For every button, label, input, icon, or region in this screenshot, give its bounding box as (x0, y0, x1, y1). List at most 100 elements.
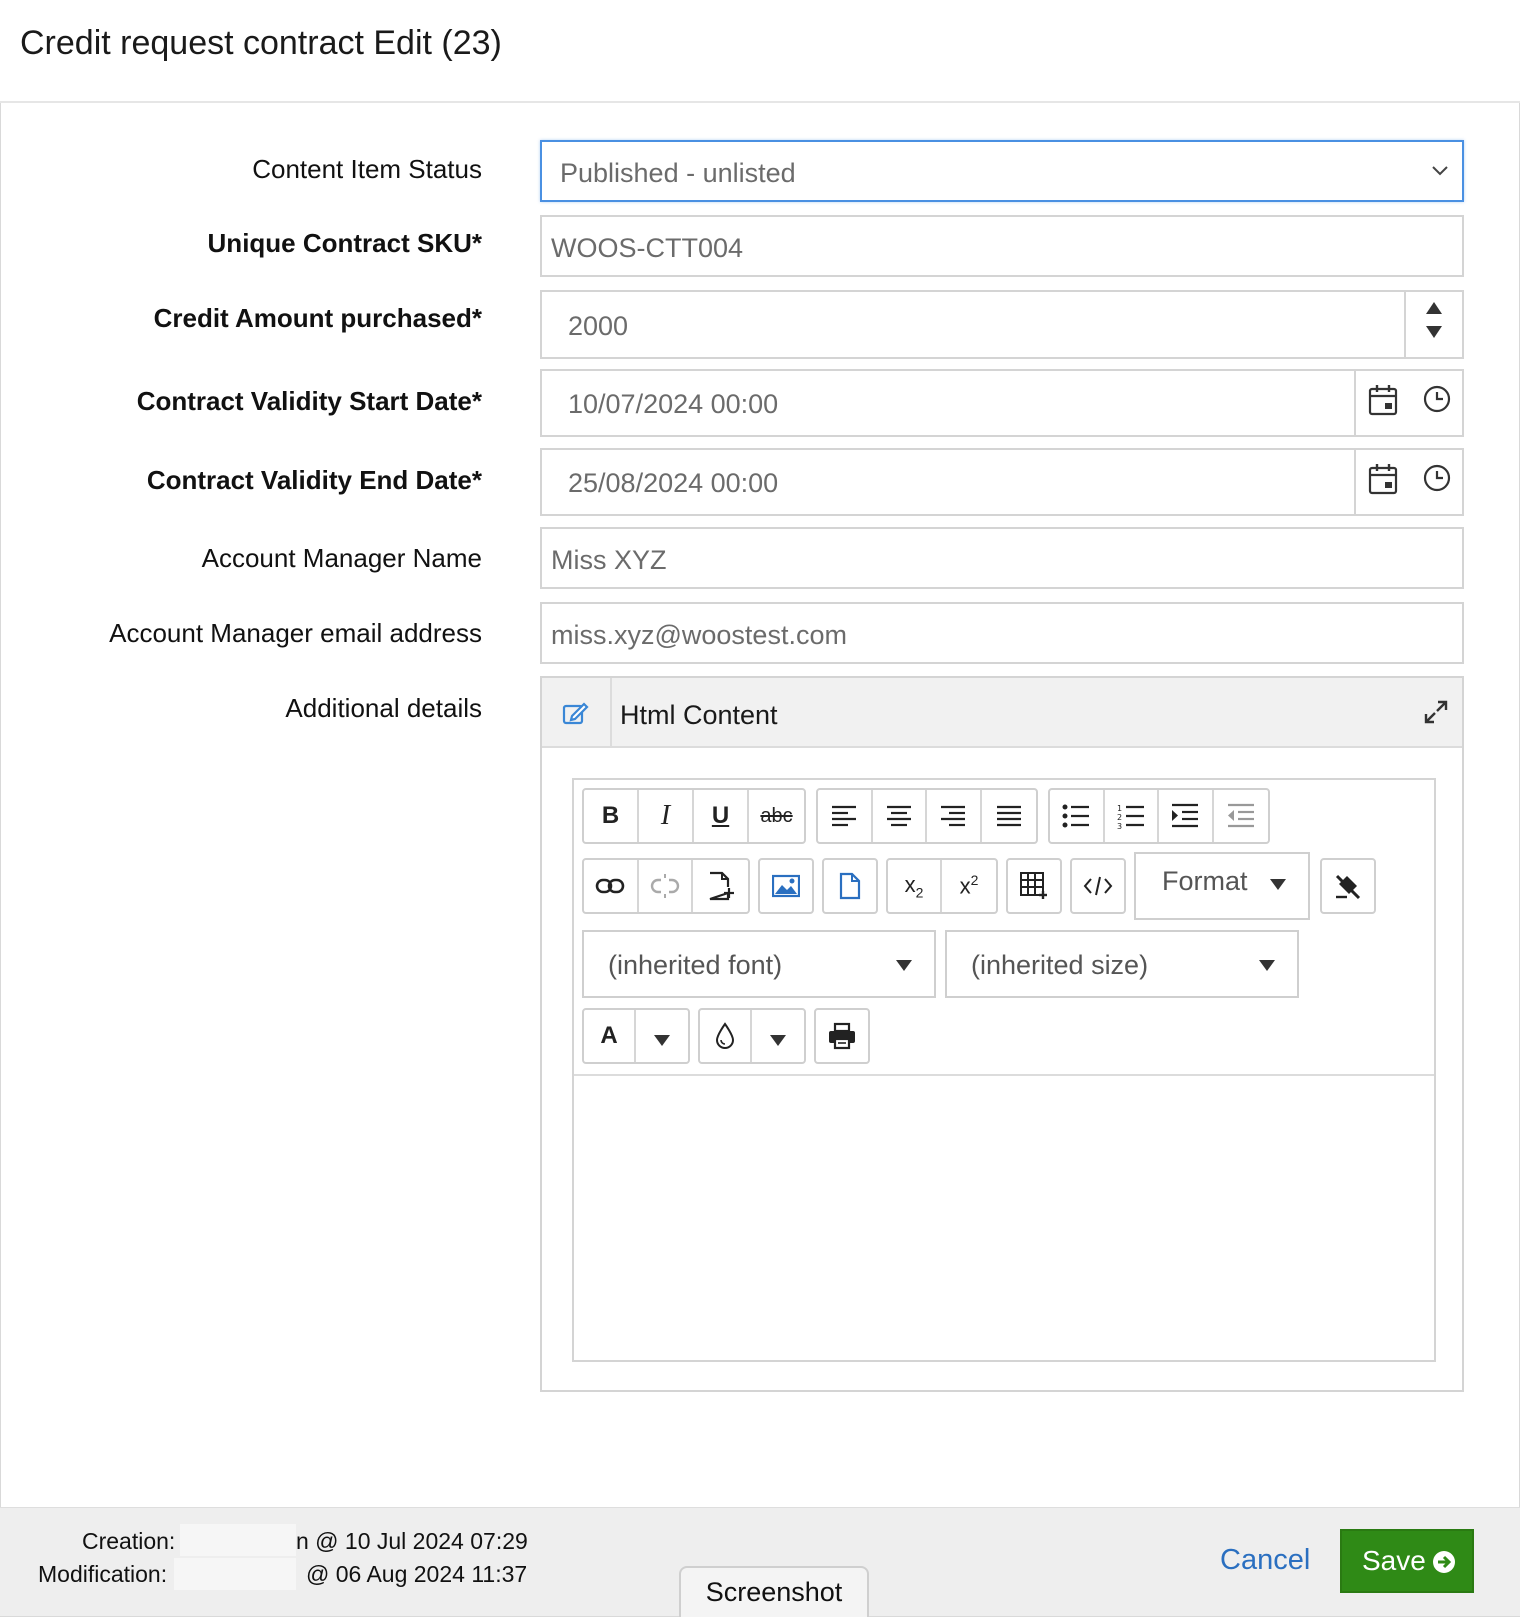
html-editor: Html Content B I U abc 1 2 3 x2 x2 Forma… (540, 676, 1464, 1392)
align-left-button[interactable] (818, 790, 873, 842)
bg-color-dropdown[interactable] (752, 1010, 804, 1062)
end-date-controls (1354, 450, 1462, 514)
list-group: 123 (1048, 788, 1270, 844)
bullet-list-button[interactable] (1050, 790, 1105, 842)
manager-email-label: Account Manager email address (109, 618, 482, 648)
text-color-arrow-icon (654, 1034, 671, 1046)
clock-icon[interactable] (1422, 384, 1452, 414)
credit-amount-input[interactable]: 2000 (540, 290, 1464, 359)
end-date-input[interactable]: 25/08/2024 00:00 (540, 448, 1464, 516)
align-left-icon (832, 805, 857, 827)
image-button[interactable] (760, 860, 812, 912)
credit-value: 2000 (568, 311, 629, 341)
svg-text:3: 3 (1117, 822, 1122, 829)
cancel-button[interactable]: Cancel (1220, 1544, 1310, 1577)
bg-color-group (698, 1008, 806, 1064)
start-date-value: 10/07/2024 00:00 (568, 389, 779, 419)
format-arrow-icon (1270, 879, 1286, 890)
unlink-button[interactable] (639, 860, 694, 912)
details-label: Additional details (285, 693, 482, 723)
bullet-list-icon (1062, 804, 1090, 828)
bg-color-button[interactable] (700, 1010, 753, 1062)
edit-toggle[interactable] (542, 678, 612, 746)
file-button[interactable] (824, 860, 876, 912)
align-justify-button[interactable] (982, 790, 1036, 842)
font-size-arrow-icon (1259, 960, 1275, 971)
screenshot-tab[interactable]: Screenshot (679, 1566, 869, 1617)
align-group (816, 788, 1038, 844)
file-group (822, 858, 878, 914)
calendar-icon[interactable] (1368, 384, 1398, 416)
credit-spinner[interactable] (1404, 292, 1462, 357)
format-dropdown[interactable]: Format (1134, 852, 1310, 920)
sku-value: WOOS-CTT004 (551, 233, 744, 263)
image-group (758, 858, 814, 914)
spinner-up-icon[interactable] (1426, 302, 1442, 314)
arrow-circle-right-icon (1433, 1551, 1455, 1573)
source-group (1070, 858, 1126, 914)
table-button[interactable] (1008, 860, 1060, 912)
sku-input[interactable]: WOOS-CTT004 (540, 215, 1464, 277)
align-justify-icon (996, 805, 1021, 827)
manager-name-input[interactable]: Miss XYZ (540, 527, 1464, 589)
align-center-icon (886, 805, 911, 827)
font-size-value: (inherited size) (971, 950, 1149, 980)
remove-format-button[interactable] (1322, 860, 1374, 912)
numbered-list-button[interactable]: 123 (1105, 790, 1160, 842)
save-button[interactable]: Save (1340, 1529, 1474, 1593)
unlink-icon (650, 874, 680, 898)
end-date-value: 25/08/2024 00:00 (568, 468, 779, 498)
expand-icon[interactable] (1424, 700, 1448, 724)
editor-header: Html Content (542, 678, 1462, 748)
bg-color-arrow-icon (770, 1034, 787, 1046)
italic-glyph: I (660, 800, 671, 831)
bold-glyph: B (601, 802, 620, 829)
underline-glyph: U (711, 802, 730, 829)
text-color-dropdown[interactable] (636, 1010, 688, 1062)
drop-icon (716, 1022, 735, 1049)
align-center-button[interactable] (873, 790, 928, 842)
dialog-title: Credit request contract Edit (23) (20, 24, 502, 62)
strike-glyph: abc (760, 804, 793, 827)
manager-email-input[interactable]: miss.xyz@woostest.com (540, 602, 1464, 664)
creation-value: n @ 10 Jul 2024 07:29 (296, 1528, 528, 1554)
print-group (814, 1008, 870, 1064)
link-icon (596, 878, 625, 894)
new-page-button[interactable] (693, 860, 748, 912)
subscript-button[interactable]: x2 (888, 860, 943, 912)
creation-label: Creation: (82, 1528, 176, 1554)
superscript-button[interactable]: x2 (942, 860, 996, 912)
editor-content-area[interactable] (574, 1076, 1434, 1360)
modification-redacted (174, 1558, 296, 1590)
font-size-select[interactable]: (inherited size) (945, 930, 1299, 998)
source-code-icon (1083, 876, 1113, 896)
strikethrough-button[interactable]: abc (749, 790, 804, 842)
align-right-button[interactable] (927, 790, 982, 842)
editor-toolbar: B I U abc 1 2 3 x2 x2 Format (inherited … (574, 780, 1434, 1076)
source-code-button[interactable] (1072, 860, 1124, 912)
font-family-select[interactable]: (inherited font) (582, 930, 936, 998)
underline-button[interactable]: U (694, 790, 750, 842)
indent-button[interactable] (1159, 790, 1214, 842)
bold-button[interactable]: B (584, 790, 640, 842)
spinner-down-icon[interactable] (1426, 326, 1442, 338)
clock-icon[interactable] (1422, 463, 1452, 493)
creation-redacted (180, 1524, 296, 1556)
remove-format-group (1320, 858, 1376, 914)
status-select[interactable]: Published - unlisted (540, 140, 1464, 202)
start-date-controls (1354, 371, 1462, 435)
italic-button[interactable]: I (639, 790, 695, 842)
print-button[interactable] (816, 1010, 868, 1062)
text-color-button[interactable]: A (584, 1010, 637, 1062)
format-label: Format (1162, 866, 1248, 896)
calendar-icon[interactable] (1368, 463, 1398, 495)
outdent-icon (1227, 803, 1254, 828)
new-page-icon (709, 871, 734, 901)
outdent-button[interactable] (1214, 790, 1268, 842)
link-button[interactable] (584, 860, 639, 912)
end-date-label: Contract Validity End Date* (146, 465, 482, 495)
status-value: Published - unlisted (560, 158, 796, 188)
script-group: x2 x2 (886, 858, 998, 914)
status-label: Content Item Status (252, 154, 482, 184)
start-date-input[interactable]: 10/07/2024 00:00 (540, 369, 1464, 437)
